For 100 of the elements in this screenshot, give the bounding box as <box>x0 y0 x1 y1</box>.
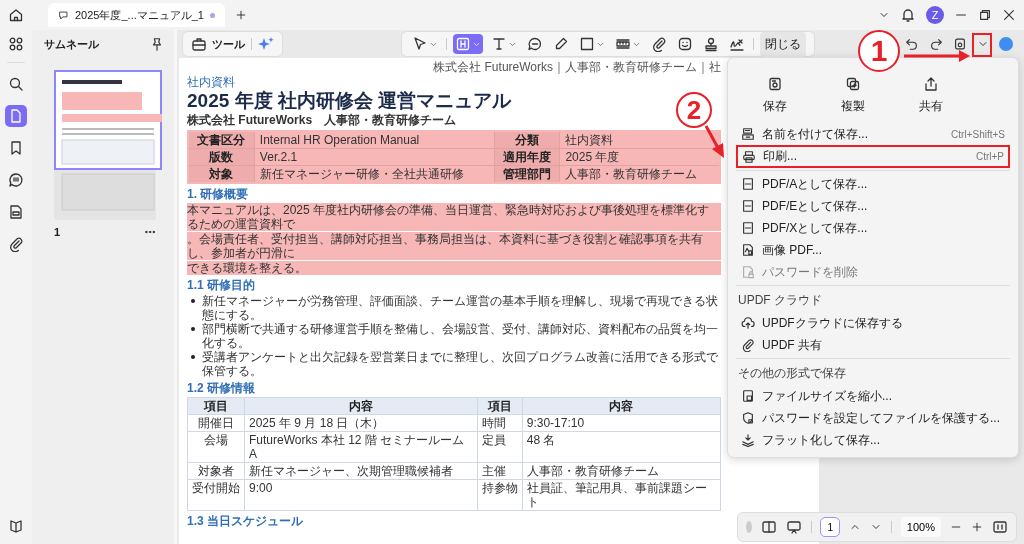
highlighted-text: できる環境を整える。 <box>187 261 721 275</box>
table-cell: 文書区分 <box>188 131 255 149</box>
paperclip-icon <box>741 338 755 352</box>
pin-icon[interactable] <box>150 37 164 51</box>
bookmark-icon <box>8 140 24 156</box>
ai-assistant-icon[interactable] <box>999 37 1013 51</box>
menu-item[interactable]: フラット化して保存... <box>736 429 1010 451</box>
document-title: 2025 年度 社内研修会 運営マニュアル <box>187 89 512 112</box>
section-heading: 1.3 当日スケジュール <box>187 514 304 529</box>
document-icon <box>8 204 24 220</box>
lock-file-icon <box>741 265 755 279</box>
comment-icon <box>58 9 69 21</box>
highlighted-text: 本マニュアルは、2025 年度社内研修会の準備、当日運営、緊急時対応および事後処理を標準化するための運営資料で <box>187 203 721 231</box>
pointer-arrow <box>704 124 726 158</box>
table-cell: 会場 <box>187 431 245 463</box>
home-icon[interactable] <box>8 7 24 23</box>
tab-title: 2025年度_...マニュアル_1 <box>75 7 204 23</box>
section-heading: 1. 研修概要 <box>187 187 250 202</box>
bullet-text: 受講者アンケートと出欠記録を翌営業日までに整理し、次回プログラム改善に活用できる形式で保管する。 <box>202 350 719 378</box>
table-cell: 9:30-17:10 <box>522 414 721 432</box>
printer-icon <box>742 149 756 164</box>
menu-section-heading: UPDF クラウド <box>737 292 823 309</box>
ruler-icon <box>615 36 631 52</box>
grid-icon[interactable] <box>8 36 24 52</box>
close-button[interactable]: 閉じる <box>760 31 806 57</box>
sticker-icon <box>677 36 693 52</box>
shield-lock-icon <box>741 411 755 425</box>
compress-file-icon <box>741 389 755 403</box>
active-panel-button[interactable] <box>5 105 27 127</box>
comment-icon <box>527 36 543 52</box>
quick-action-button[interactable]: 保存 <box>763 76 787 115</box>
table-cell: FutureWorks 本社 12 階 セミナールーム A <box>244 431 478 463</box>
page-icon <box>8 108 24 124</box>
actual-size-icon[interactable] <box>992 519 1008 535</box>
page-number: 1 <box>54 226 61 238</box>
menu-item[interactable]: UPDFクラウドに保存する <box>736 312 1010 334</box>
bell-icon[interactable] <box>900 7 916 23</box>
quick-action-button[interactable]: 複製 <box>841 76 865 115</box>
add-tab-icon[interactable] <box>235 9 247 21</box>
menu-item[interactable]: PDF/Eとして保存... <box>736 195 1010 217</box>
bullet-text: 部門横断で共通する研修運営手順を整備し、会場設営、受付、講師対応、資料配布の品質を均一化する。 <box>202 322 719 350</box>
undo-icon[interactable] <box>905 37 919 51</box>
bullet-icon <box>191 327 195 331</box>
pen-icon <box>553 36 569 52</box>
pointer-icon <box>412 36 428 52</box>
rectangle-icon <box>579 36 595 52</box>
panel-title: サムネール <box>44 36 99 52</box>
column-header: 内容 <box>522 397 721 415</box>
pointer-arrow <box>904 50 970 62</box>
zoom-level[interactable]: 100% <box>900 517 941 537</box>
table-cell: 時間 <box>477 414 523 432</box>
account-avatar[interactable]: Z <box>926 6 944 24</box>
menu-item[interactable]: UPDF 共有 <box>736 334 1010 356</box>
menu-section-heading: その他の形式で保存 <box>737 365 847 382</box>
table-cell: 分類 <box>494 131 560 149</box>
bullet-text: 新任マネージャーが労務管理、評価面談、チーム運営の基本手順を理解し、現場で再現できる状態にする。 <box>202 294 719 322</box>
menu-item[interactable]: パスワードを設定してファイルを保護する... <box>736 407 1010 429</box>
save-icon <box>767 76 783 92</box>
page-header: 株式会社 FutureWorks｜人事部・教育研修チーム｜社 <box>432 60 721 74</box>
table-cell: 開催日 <box>187 414 245 432</box>
column-header: 項目 <box>477 397 523 415</box>
pdf-file-icon <box>741 177 755 191</box>
table-cell: 新任マネージャー、次期管理職候補者 <box>244 462 478 480</box>
text-icon <box>491 36 507 52</box>
two-page-icon[interactable] <box>760 519 777 535</box>
redo-icon[interactable] <box>929 37 943 51</box>
column-header: 内容 <box>244 397 478 415</box>
menu-item[interactable]: 印刷... Ctrl+P <box>736 145 1010 168</box>
save-as-icon <box>741 127 755 141</box>
table-cell: 主催 <box>477 462 523 480</box>
sparkle-icon[interactable] <box>258 36 274 52</box>
menu-item[interactable]: PDF/Aとして保存... <box>736 173 1010 195</box>
stamp-icon <box>703 36 719 52</box>
document-tab[interactable]: 2025年度_...マニュアル_1 <box>48 3 225 27</box>
section-heading: 1.1 研修目的 <box>187 278 256 293</box>
comment-icon <box>8 172 24 188</box>
document-author: 株式会社 FutureWorks 人事部・教育研修チーム <box>187 113 458 127</box>
page-number-field[interactable]: 1 <box>820 517 841 537</box>
table-cell: 人事部・教育研修チーム <box>522 462 721 480</box>
table-cell: 定員 <box>477 431 523 463</box>
paperclip-icon <box>8 236 24 252</box>
zoom-in-icon[interactable] <box>971 521 983 533</box>
table-cell: 48 名 <box>522 431 721 463</box>
presentation-icon[interactable] <box>785 519 802 535</box>
menu-item[interactable]: ファイルサイズを縮小... <box>736 385 1010 407</box>
menu-item[interactable]: 名前を付けて保存... Ctrl+Shift+S <box>736 123 1010 145</box>
pdf-file-icon <box>741 221 755 235</box>
close-icon[interactable] <box>1002 8 1016 22</box>
highlighted-text: 。会場責任者、受付担当、講師対応担当、事務局担当は、本資料に基づき役割と確認事項を共有し、参加者が円滑に <box>187 232 721 260</box>
table-cell: Ver.2.1 <box>254 148 495 166</box>
tools-button[interactable]: ツール <box>191 36 245 52</box>
share-icon <box>923 76 939 92</box>
save-icon[interactable] <box>953 37 967 51</box>
quick-action-button[interactable]: 共有 <box>919 76 943 115</box>
column-header: 項目 <box>187 397 245 415</box>
table-cell: 9:00 <box>244 479 478 511</box>
restore-icon[interactable] <box>978 8 992 22</box>
highlight-icon <box>455 36 471 52</box>
menu-item[interactable]: 画像 PDF... <box>736 239 1010 261</box>
menu-item[interactable]: PDF/Xとして保存... <box>736 217 1010 239</box>
